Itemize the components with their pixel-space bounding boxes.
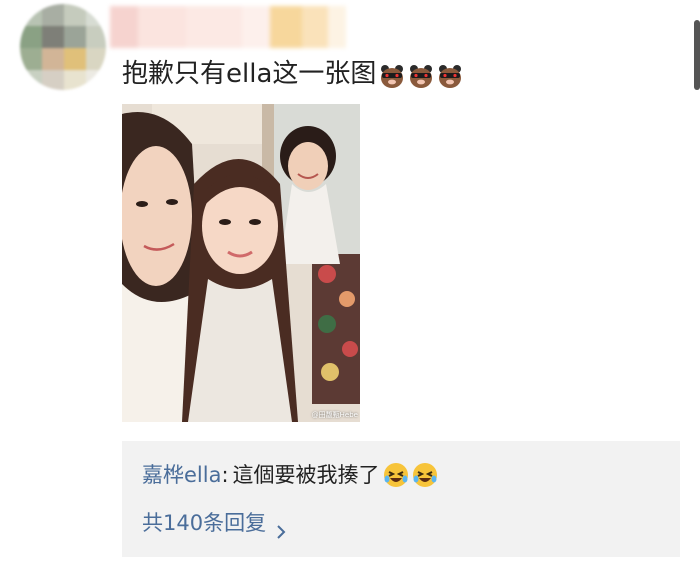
comment-page: 抱歉只有ella这一张图 @田馥甄Hebe 嘉桦ella: 這個要被我揍了 共… [0, 0, 700, 571]
comment-text: 抱歉只有ella这一张图 [122, 59, 377, 89]
reply-text: 這個要被我揍了 [232, 463, 380, 487]
scrollbar[interactable] [694, 20, 700, 90]
avatar[interactable] [20, 4, 106, 90]
reply-colon: : [221, 463, 229, 487]
comment-photo[interactable]: @田馥甄Hebe [122, 104, 360, 422]
reply-author-link[interactable]: 嘉桦ella [142, 457, 221, 493]
bear-emoji-icon [379, 61, 405, 88]
username-redacted[interactable] [110, 6, 346, 48]
reply-preview: 嘉桦ella : 這個要被我揍了 共140条回复 [122, 441, 680, 557]
bear-emoji-icon [437, 61, 463, 88]
laughing-emoji-icon [412, 462, 438, 488]
chevron-right-icon [276, 515, 286, 539]
comment-body: 抱歉只有ella这一张图 [122, 54, 463, 94]
bear-emoji-icon [408, 61, 434, 88]
photo-watermark: @田馥甄Hebe [311, 411, 358, 419]
reply-item: 嘉桦ella : 這個要被我揍了 [142, 457, 438, 493]
view-all-replies-link[interactable]: 共140条回复 [142, 505, 286, 541]
view-all-replies-label: 共140条回复 [142, 511, 267, 535]
laughing-emoji-icon [383, 462, 409, 488]
